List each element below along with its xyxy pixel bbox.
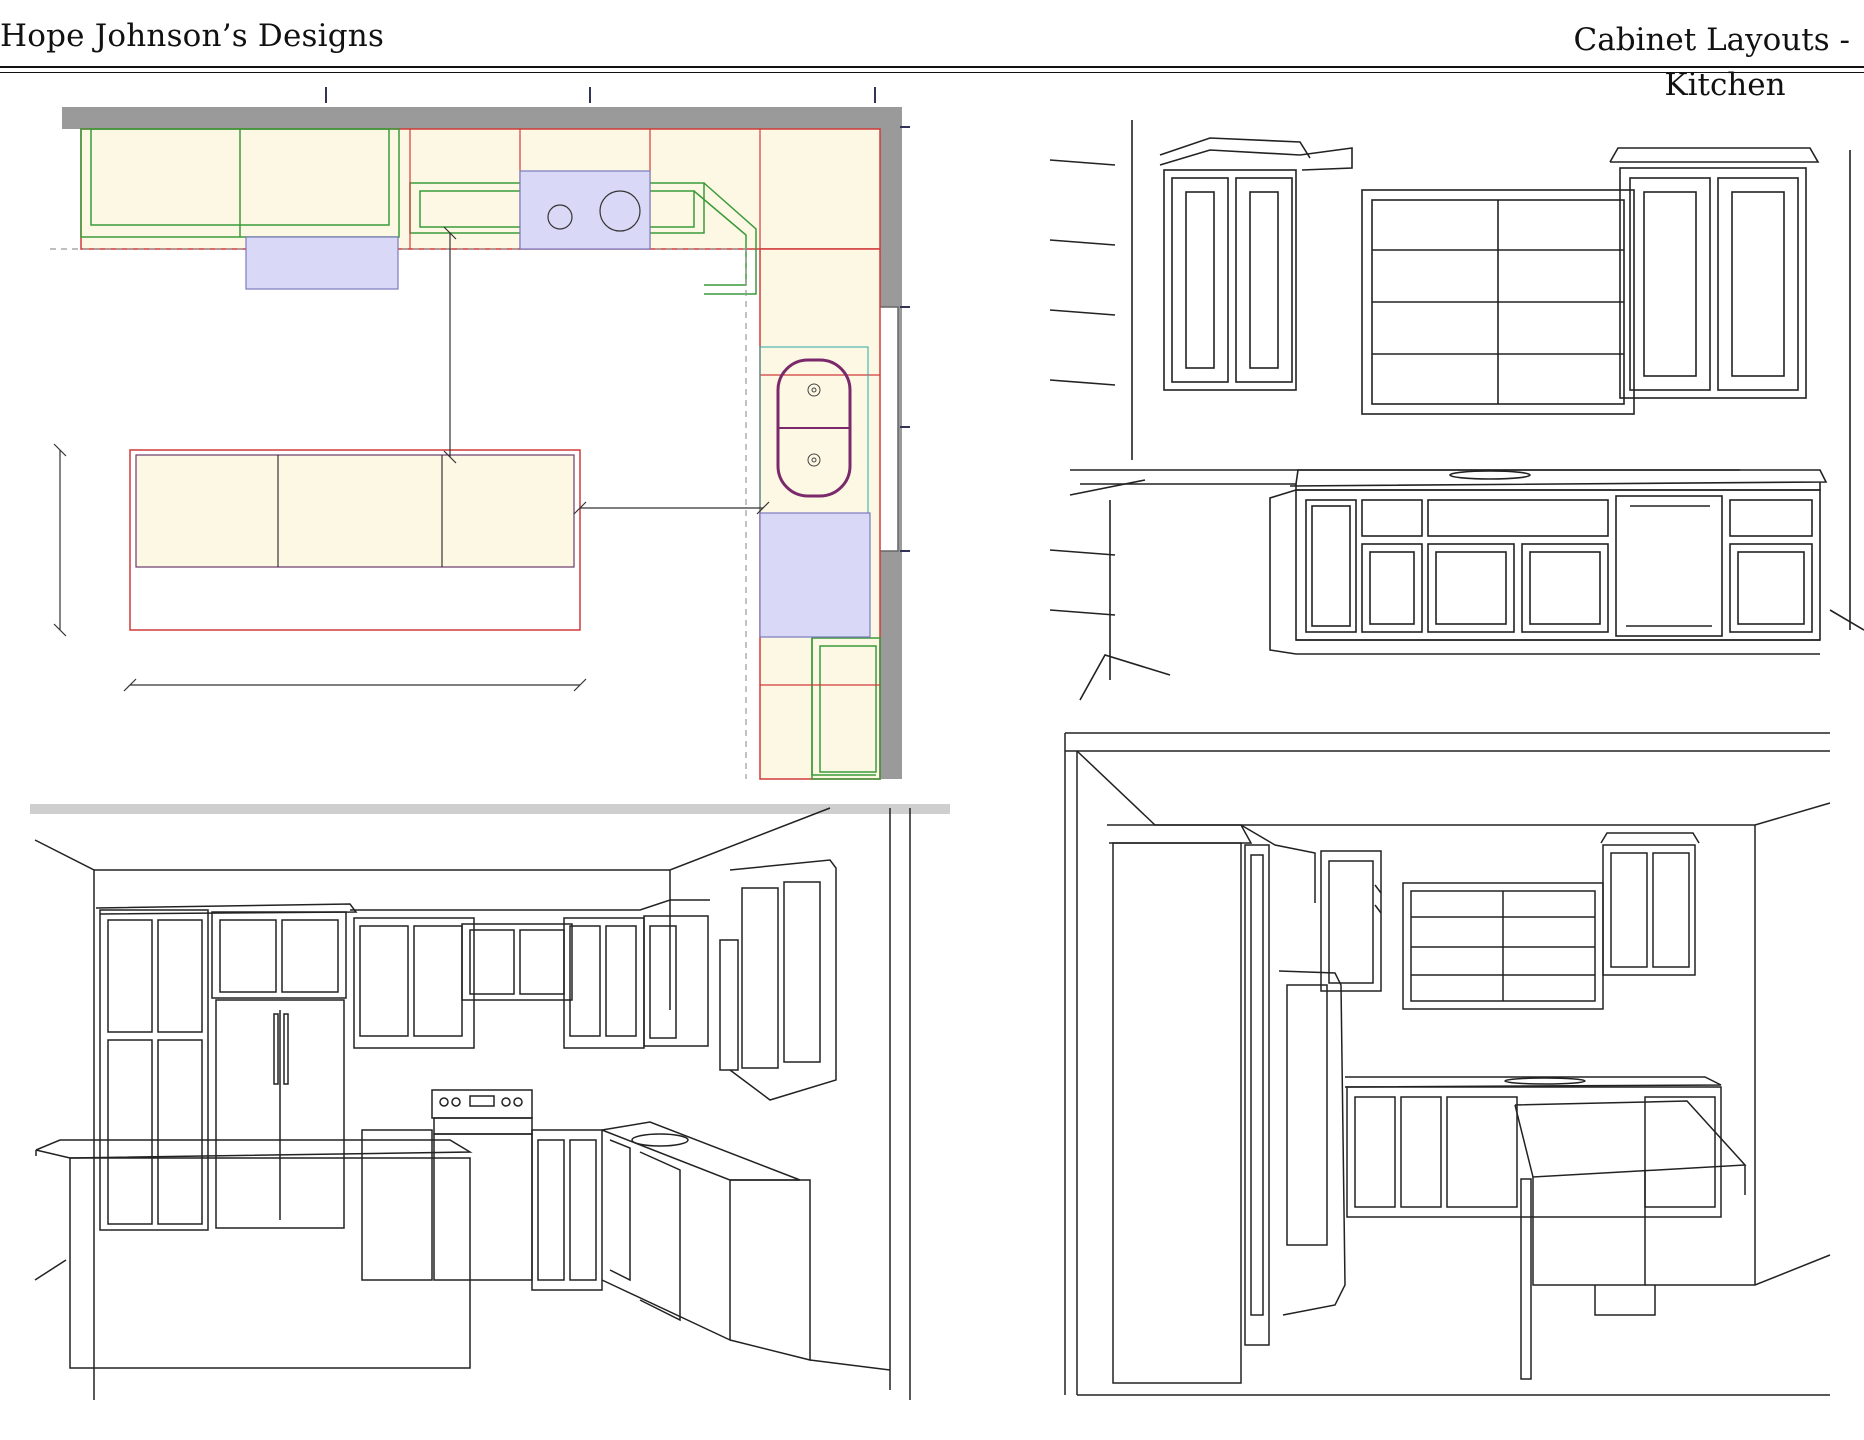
perspective-left [30,804,950,1400]
sheet-title-line2: Kitchen [1664,67,1786,103]
sheet-title-line1: Cabinet Layouts - [1573,22,1851,58]
header-rule-bottom [0,72,1864,73]
cooktop [519,170,651,250]
elevation-dishwasher [1615,495,1723,637]
designer-name: Hope Johnson’s Designs [0,18,385,54]
floor-plan [50,87,910,780]
perspective-island [1514,1100,1747,1178]
sheet-title: Cabinet Layouts - Kitchen [1560,18,1851,108]
north-wall [62,107,902,129]
header-rule-top [0,66,1864,68]
refrigerator [245,236,399,290]
dishwasher [759,512,871,638]
perspective-right [1064,732,1831,1396]
perspective-island [69,1157,471,1369]
sink-wall-elevation [1049,120,1864,701]
